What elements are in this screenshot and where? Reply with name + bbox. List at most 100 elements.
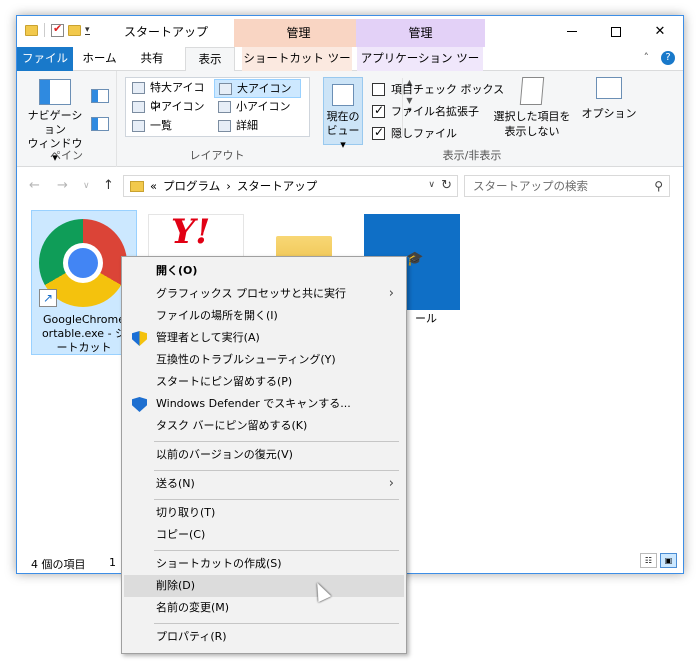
tab-application-tools[interactable]: アプリケーション ツール bbox=[357, 47, 483, 88]
item-count: 4 個の項目 bbox=[31, 558, 86, 571]
item-checkboxes-toggle[interactable]: 項目チェック ボックス bbox=[372, 80, 504, 98]
tab-home[interactable]: ホーム bbox=[77, 47, 122, 71]
current-view-icon bbox=[332, 84, 354, 106]
minimize-button[interactable] bbox=[549, 16, 595, 47]
menu-item-run-as-admin[interactable]: 管理者として実行(A) bbox=[124, 327, 404, 349]
layout-medium-icons[interactable]: 中アイコン bbox=[128, 98, 212, 117]
menu-item-delete[interactable]: 削除(D) bbox=[124, 575, 404, 597]
show-hide-group-label: 表示/非表示 bbox=[442, 149, 502, 162]
current-view-label-2: ビュー ▾ bbox=[326, 124, 360, 151]
menu-item-open-file-location[interactable]: ファイルの場所を開く(I) bbox=[124, 305, 404, 327]
layout-large-icons[interactable]: 大アイコン bbox=[214, 79, 301, 98]
hide-selected-items-button[interactable]: 選択した項目を 表示しない bbox=[492, 77, 572, 139]
new-folder-icon[interactable] bbox=[68, 24, 81, 36]
breadcrumb-programs[interactable]: プログラム bbox=[163, 178, 220, 194]
pane-group: ナビゲーション ウィンドウ ▾ ペイン bbox=[17, 71, 117, 167]
current-view-button[interactable]: 現在の ビュー ▾ bbox=[323, 77, 363, 151]
layout-gallery: 特大アイコン 大アイコン 中アイコン 小アイコン 一覧 詳細 ▲ ▼ ▾ bbox=[125, 77, 413, 137]
window-title: スタートアップ bbox=[124, 25, 209, 39]
menu-item-cut[interactable]: 切り取り(T) bbox=[124, 502, 404, 524]
quick-access-toolbar: ▾ bbox=[25, 22, 90, 37]
options-button[interactable]: オプション bbox=[579, 77, 639, 121]
minimize-icon bbox=[567, 31, 577, 32]
menu-item-open[interactable]: 開く(O) bbox=[124, 260, 404, 282]
refresh-icon[interactable]: ↻ bbox=[441, 178, 452, 193]
chevron-right-icon: › bbox=[388, 286, 394, 301]
medium-icons-icon bbox=[132, 101, 145, 113]
breadcrumb-startup[interactable]: スタートアップ bbox=[237, 178, 318, 194]
context-menu: 開く(O) グラフィックス プロセッサと共に実行 › ファイルの場所を開く(I) … bbox=[121, 256, 407, 654]
back-arrow-icon[interactable]: ← bbox=[29, 178, 40, 193]
navigation-bar: ← → ∨ ↑ « プログラム › スタートアップ ∨ ↻ スタートアップの検索… bbox=[17, 167, 683, 203]
large-icons-view-icon[interactable]: ▣ bbox=[660, 553, 677, 568]
chevron-down-icon[interactable]: ∨ bbox=[428, 180, 435, 190]
menu-item-rename[interactable]: 名前の変更(M) bbox=[124, 597, 404, 619]
menu-item-defender-scan[interactable]: Windows Defender でスキャンする... bbox=[124, 393, 404, 415]
tab-view[interactable]: 表示 bbox=[185, 47, 235, 72]
divider bbox=[44, 23, 45, 37]
layout-group-label: レイアウト bbox=[189, 149, 245, 162]
hidden-files-checkbox[interactable] bbox=[372, 125, 385, 140]
menu-item-run-with-gpu[interactable]: グラフィックス プロセッサと共に実行 › bbox=[124, 283, 404, 305]
menu-item-copy[interactable]: コピー(C) bbox=[124, 524, 404, 546]
small-icons-icon bbox=[218, 101, 231, 113]
maximize-button[interactable] bbox=[593, 16, 639, 47]
menu-divider bbox=[154, 470, 399, 471]
layout-extra-large-icons[interactable]: 特大アイコン bbox=[128, 79, 212, 112]
current-view-label-1: 現在の bbox=[326, 110, 360, 123]
folder-icon bbox=[25, 24, 38, 36]
maximize-icon bbox=[611, 26, 621, 37]
menu-item-pin-to-start[interactable]: スタートにピン留めする(P) bbox=[124, 371, 404, 393]
up-arrow-icon[interactable]: ↑ bbox=[103, 178, 114, 193]
chevron-up-icon[interactable]: ˄ bbox=[644, 51, 650, 65]
layout-list[interactable]: 一覧 bbox=[128, 117, 212, 136]
address-bar[interactable]: « プログラム › スタートアップ ∨ ↻ bbox=[123, 175, 458, 197]
menu-item-pin-to-taskbar[interactable]: タスク バーにピン留めする(K) bbox=[124, 415, 404, 437]
search-input[interactable]: スタートアップの検索 ⚲ bbox=[464, 175, 670, 197]
customize-qat-icon[interactable]: ▾ bbox=[85, 25, 90, 35]
recent-locations-icon[interactable]: ∨ bbox=[83, 181, 90, 191]
hide-selected-icon bbox=[519, 77, 545, 105]
layout-small-icons[interactable]: 小アイコン bbox=[214, 98, 301, 117]
menu-item-create-shortcut[interactable]: ショートカットの作成(S) bbox=[124, 553, 404, 575]
preview-pane-button[interactable] bbox=[91, 89, 109, 103]
details-pane-icon bbox=[92, 118, 98, 130]
details-pane-button[interactable] bbox=[91, 117, 109, 131]
forward-arrow-icon[interactable]: → bbox=[57, 178, 68, 193]
properties-icon[interactable] bbox=[51, 22, 64, 37]
selected-count: 1 bbox=[109, 556, 116, 569]
breadcrumb-separator[interactable]: › bbox=[226, 179, 231, 193]
details-view-icon[interactable]: ☷ bbox=[640, 553, 657, 568]
options-icon bbox=[596, 77, 622, 99]
menu-item-restore-previous-versions[interactable]: 以前のバージョンの復元(V) bbox=[124, 444, 404, 466]
file-extensions-checkbox[interactable] bbox=[372, 103, 385, 118]
shortcut-arrow-icon: ↗ bbox=[39, 289, 57, 307]
file-extensions-toggle[interactable]: ファイル名拡張子 bbox=[372, 102, 479, 120]
tab-file[interactable]: ファイル bbox=[17, 47, 73, 71]
menu-divider bbox=[154, 623, 399, 624]
breadcrumb-overflow[interactable]: « bbox=[150, 179, 157, 193]
menu-divider bbox=[154, 441, 399, 442]
close-icon: ✕ bbox=[654, 24, 666, 39]
context-tab-app-manage: 管理 bbox=[356, 19, 485, 47]
tab-shortcut-tools[interactable]: ショートカット ツール bbox=[242, 47, 352, 88]
hidden-files-toggle[interactable]: 隠しファイル bbox=[372, 124, 457, 142]
layout-details[interactable]: 詳細 bbox=[214, 117, 301, 136]
menu-item-troubleshoot-compatibility[interactable]: 互換性のトラブルシューティング(Y) bbox=[124, 349, 404, 371]
large-icons-icon bbox=[219, 83, 232, 95]
tab-share[interactable]: 共有 bbox=[127, 47, 177, 71]
details-icon bbox=[218, 120, 231, 132]
menu-divider bbox=[154, 499, 399, 500]
help-icon[interactable]: ? bbox=[661, 51, 675, 65]
context-tab-shortcut-manage: 管理 bbox=[234, 19, 363, 47]
ribbon: ナビゲーション ウィンドウ ▾ ペイン レイアウト 特大アイコン 大アイコン 中… bbox=[17, 71, 683, 167]
ribbon-tabs: ファイル ホーム 共有 表示 ショートカット ツール アプリケーション ツール … bbox=[17, 47, 683, 88]
extra-large-icons-icon bbox=[132, 82, 145, 94]
uac-shield-icon bbox=[132, 331, 147, 346]
menu-item-send-to[interactable]: 送る(N) › bbox=[124, 473, 404, 495]
item-checkboxes-checkbox[interactable] bbox=[372, 82, 385, 96]
menu-item-properties[interactable]: プロパティ(R) bbox=[124, 626, 404, 648]
defender-icon bbox=[132, 397, 147, 412]
chrome-icon: ↗ bbox=[36, 215, 132, 311]
close-button[interactable]: ✕ bbox=[637, 16, 683, 47]
